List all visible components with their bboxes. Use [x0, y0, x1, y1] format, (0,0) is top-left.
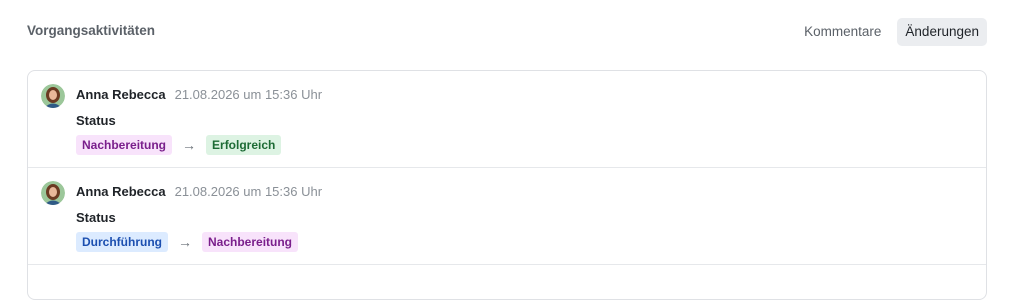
- author-name[interactable]: Anna Rebecca: [76, 184, 166, 199]
- arrow-right-icon: →: [178, 234, 192, 250]
- timestamp: 21.08.2026 um 15:36 Uhr: [174, 184, 323, 199]
- timestamp: 21.08.2026 um 15:36 Uhr: [174, 87, 323, 102]
- activity-header: Vorgangsaktivitäten Kommentare Änderunge…: [27, 18, 987, 46]
- arrow-right-icon: →: [182, 137, 197, 153]
- new-status-badge: Nachbereitung: [202, 232, 299, 252]
- changed-field-label: Status: [76, 113, 116, 128]
- status-change: Durchführung → Nachbereitung: [76, 232, 299, 252]
- avatar[interactable]: [41, 84, 65, 108]
- section-title: Vorgangsaktivitäten: [27, 23, 156, 38]
- entry-meta: Anna Rebecca 21.08.2026 um 15:36 Uhr: [76, 87, 322, 102]
- activity-entry: Anna Rebecca 21.08.2026 um 15:36 Uhr Stat…: [28, 71, 986, 168]
- activity-tabs: Kommentare Änderungen: [796, 18, 987, 46]
- author-name[interactable]: Anna Rebecca: [76, 87, 166, 102]
- activity-entry: Anna Rebecca 21.08.2026 um 15:36 Uhr Stat…: [28, 168, 986, 265]
- entry-meta: Anna Rebecca 21.08.2026 um 15:36 Uhr: [76, 184, 322, 199]
- changed-field-label: Status: [76, 210, 116, 225]
- new-status-badge: Erfolgreich: [206, 135, 282, 155]
- tab-comments[interactable]: Kommentare: [796, 18, 889, 46]
- old-status-badge: Nachbereitung: [76, 135, 173, 155]
- avatar[interactable]: [41, 181, 65, 205]
- tab-changes[interactable]: Änderungen: [897, 18, 987, 46]
- old-status-badge: Durchführung: [76, 232, 168, 252]
- activity-list: Anna Rebecca 21.08.2026 um 15:36 Uhr Stat…: [27, 70, 987, 300]
- status-change: Nachbereitung → Erfolgreich: [76, 135, 282, 155]
